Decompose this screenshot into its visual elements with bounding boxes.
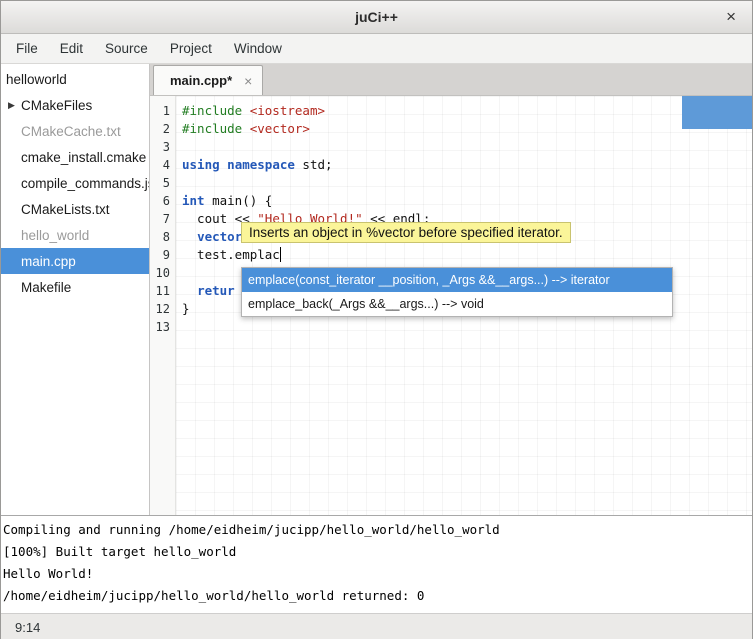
code-line[interactable]: test.emplac [182, 246, 752, 264]
tab-close-icon[interactable]: × [244, 73, 252, 89]
terminal-line: Hello World! [3, 563, 750, 585]
line-number: 9 [150, 246, 175, 264]
code-segment: test.emplac [182, 247, 280, 262]
line-number: 3 [150, 138, 175, 156]
scrollbar-thumb[interactable] [682, 96, 752, 129]
line-number: 8 [150, 228, 175, 246]
completion-item[interactable]: emplace_back(_Args &&__args...) --> void [242, 292, 672, 316]
expander-icon[interactable]: ▶ [8, 100, 15, 111]
menubar: FileEditSourceProjectWindow [1, 34, 752, 64]
file-item-cmakelists-txt[interactable]: CMakeLists.txt [1, 196, 149, 222]
terminal-line: /home/eidheim/jucipp/hello_world/hello_w… [3, 585, 750, 607]
code-line[interactable]: #include <vector> [182, 120, 752, 138]
file-item-label: compile_commands.json [21, 176, 149, 191]
code-segment: namespace [227, 157, 295, 172]
line-number: 6 [150, 192, 175, 210]
menu-project[interactable]: Project [159, 36, 223, 61]
code-segment [182, 229, 197, 244]
menu-edit[interactable]: Edit [49, 36, 94, 61]
build-output-panel: Compiling and running /home/eidheim/juci… [1, 515, 752, 613]
code-segment [182, 283, 197, 298]
text-cursor [280, 247, 282, 262]
completion-popup: emplace(const_iterator __position, _Args… [241, 267, 673, 317]
file-item-helloworld[interactable]: helloworld [1, 66, 149, 92]
code-line[interactable] [182, 138, 752, 156]
file-tree: helloworld ▶ CMakeFiles CMakeCache.txt cmake… [1, 64, 150, 515]
file-item-label: main.cpp [21, 254, 76, 269]
tab-main-cpp[interactable]: main.cpp* × [153, 65, 263, 95]
terminal-line: Compiling and running /home/eidheim/juci… [3, 519, 750, 541]
app-window: juCi++ × FileEditSourceProjectWindow hel… [0, 0, 753, 639]
file-item-label: Makefile [21, 280, 71, 295]
line-number: 13 [150, 318, 175, 336]
terminal-line: [100%] Built target hello_world [3, 541, 750, 563]
code-line[interactable] [182, 318, 752, 336]
line-number: 7 [150, 210, 175, 228]
menu-file[interactable]: File [5, 36, 49, 61]
line-number-gutter: 12345678910111213 [150, 96, 176, 515]
file-item-makefile[interactable]: Makefile [1, 274, 149, 300]
code-segment: using [182, 157, 220, 172]
line-number: 2 [150, 120, 175, 138]
file-item-hello-world[interactable]: hello_world [1, 222, 149, 248]
code-line[interactable]: using namespace std; [182, 156, 752, 174]
file-item-label: hello_world [21, 228, 89, 243]
completion-item[interactable]: emplace(const_iterator __position, _Args… [242, 268, 672, 292]
code-segment: vector [197, 229, 242, 244]
code-line[interactable] [182, 174, 752, 192]
line-number: 5 [150, 174, 175, 192]
code-segment: main() { [205, 193, 273, 208]
line-number: 10 [150, 264, 175, 282]
tab-label: main.cpp* [170, 73, 232, 88]
file-item-cmake-install-cmake[interactable]: cmake_install.cmake [1, 144, 149, 170]
cursor-position: 9:14 [15, 620, 40, 635]
window-title: juCi++ [355, 9, 398, 25]
completion-doc-tooltip: Inserts an object in %vector before spec… [241, 222, 571, 243]
line-number: 4 [150, 156, 175, 174]
line-number: 1 [150, 102, 175, 120]
code-segment: <iostream> [250, 103, 325, 118]
code-segment: #include [182, 121, 250, 136]
code-segment: #include [182, 103, 250, 118]
code-segment: } [182, 301, 190, 316]
code-segment: retur [197, 283, 235, 298]
file-item-cmakefiles[interactable]: ▶ CMakeFiles [1, 92, 149, 118]
code-segment: int [182, 193, 205, 208]
code-line[interactable]: #include <iostream> [182, 102, 752, 120]
code-segment: std; [295, 157, 333, 172]
menu-source[interactable]: Source [94, 36, 159, 61]
file-item-label: cmake_install.cmake [21, 150, 146, 165]
menu-window[interactable]: Window [223, 36, 293, 61]
file-item-label: CMakeFiles [21, 98, 92, 113]
close-icon[interactable]: × [718, 7, 744, 27]
file-item-label: CMakeCache.txt [21, 124, 121, 139]
titlebar: juCi++ × [1, 1, 752, 34]
file-item-label: helloworld [6, 72, 67, 87]
file-item-label: CMakeLists.txt [21, 202, 110, 217]
statusbar: 9:14 [1, 613, 752, 639]
line-number: 11 [150, 282, 175, 300]
tabbar: main.cpp* × [150, 64, 752, 96]
file-item-compile-commands-json[interactable]: compile_commands.json [1, 170, 149, 196]
line-number: 12 [150, 300, 175, 318]
code-line[interactable]: int main() { [182, 192, 752, 210]
file-item-cmakecache-txt[interactable]: CMakeCache.txt [1, 118, 149, 144]
code-segment: <vector> [250, 121, 310, 136]
file-item-main-cpp[interactable]: main.cpp [1, 248, 149, 274]
